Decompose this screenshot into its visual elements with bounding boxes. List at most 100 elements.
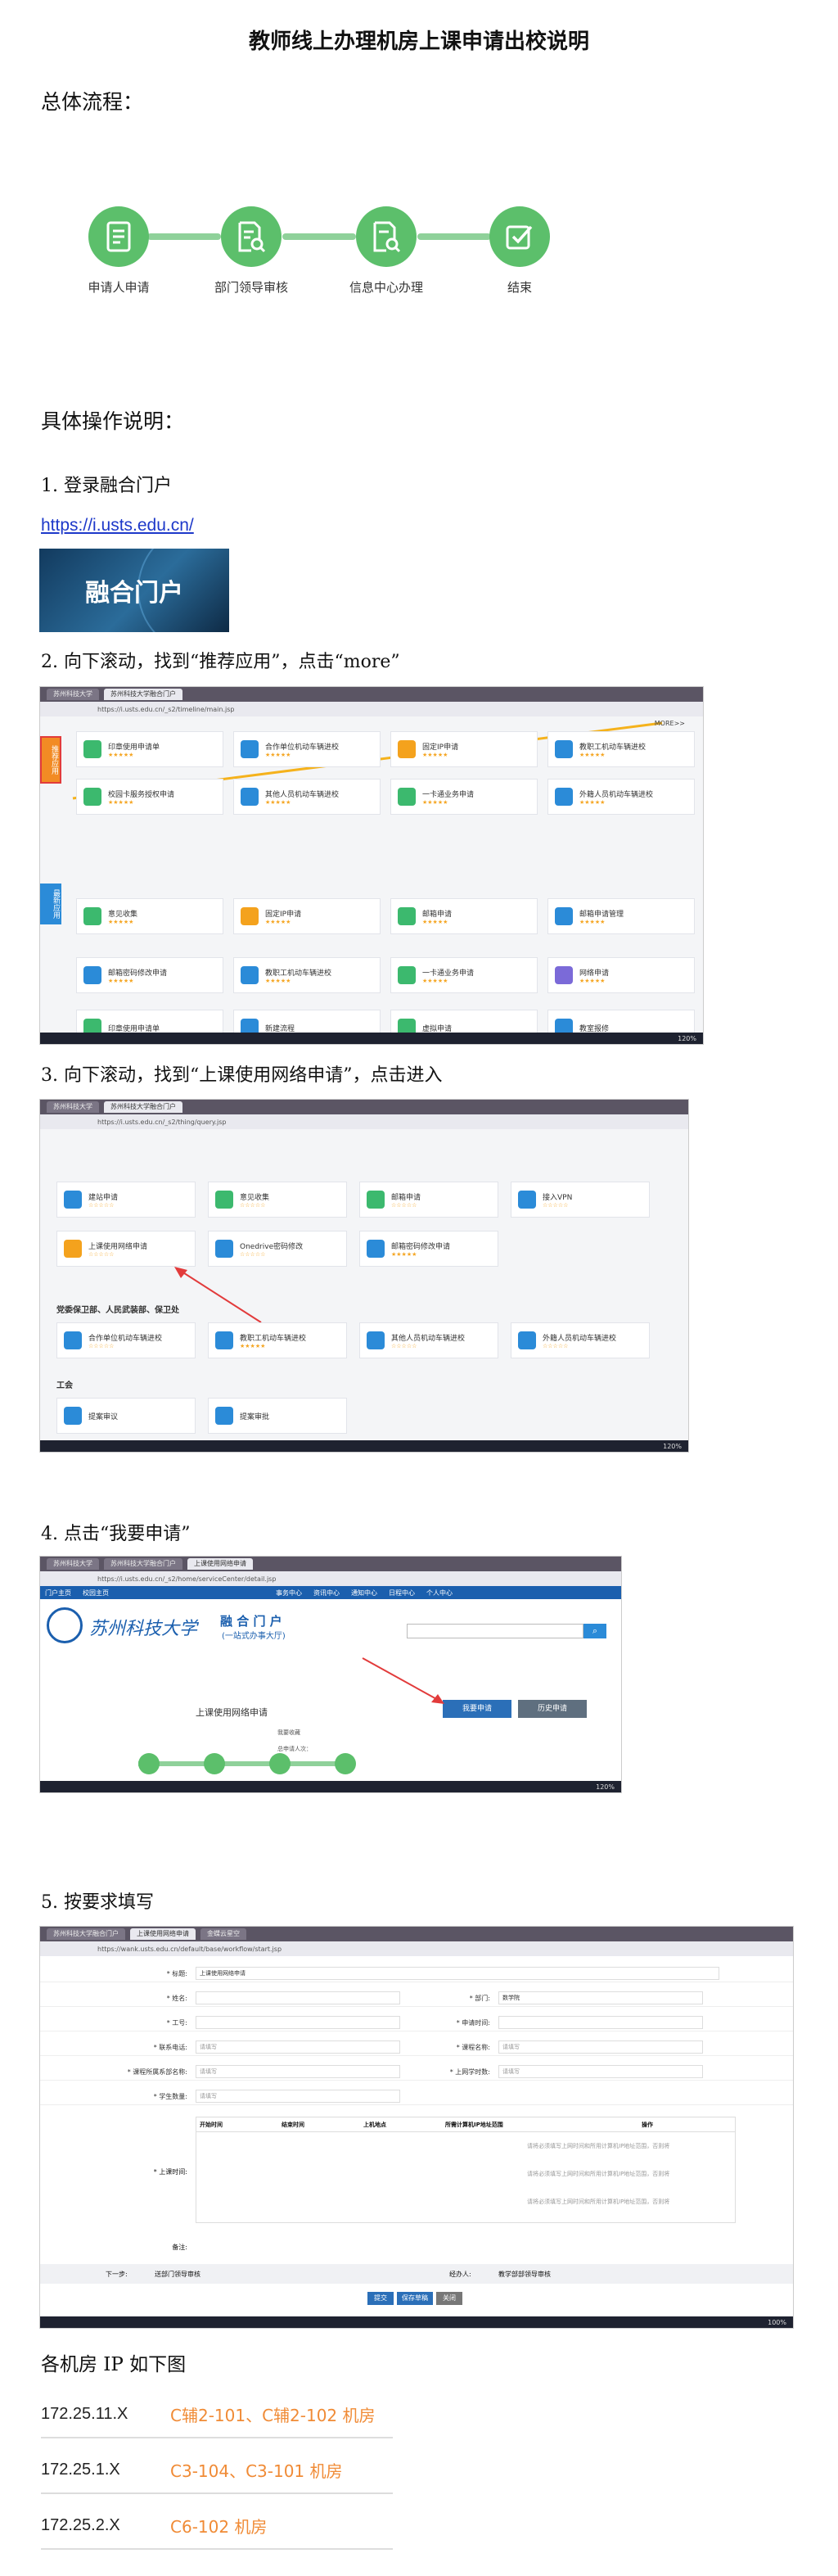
search-icon[interactable]: ⌕ [583,1624,606,1638]
app-card[interactable]: 意见收集 ★★★★★ [76,898,223,934]
history-button[interactable]: 历史申请 [518,1700,587,1718]
side-tag-latest[interactable]: 最新应用 [40,884,61,924]
app-card[interactable]: 教职工机动车辆进校 ★★★★★ [233,957,381,993]
nav-item[interactable]: 资讯中心 [313,1589,340,1598]
address-bar[interactable]: https://i.usts.edu.cn/_s2/thing/query.js… [40,1114,688,1129]
app-card[interactable]: 邮箱密码修改申请 ★★★★★ [76,957,223,993]
app-card[interactable]: 外籍人员机动车辆进校 ☆☆☆☆☆ [511,1322,650,1358]
form-row: * 姓名: * 部门: 数学院 [40,1989,793,2007]
phone-field[interactable]: 请填写 [196,2040,400,2054]
nav-item[interactable]: 日程中心 [389,1589,415,1598]
nav-item[interactable]: 通知中心 [351,1589,377,1598]
student-count-field[interactable]: 请填写 [196,2090,400,2103]
review-icon [238,221,266,253]
app-card[interactable]: 意见收集 ☆☆☆☆☆ [208,1182,347,1218]
university-seal-icon [47,1607,83,1643]
browser-tab[interactable]: 上课使用网络申请 [187,1558,253,1570]
university-logo-text: 苏州科技大学 [89,1619,198,1639]
handler-value[interactable]: 教学部部领导审核 [498,2270,551,2279]
address-bar[interactable]: https://i.usts.edu.cn/_s2/home/serviceCe… [40,1571,621,1586]
browser-tab[interactable]: 上课使用网络申请 [130,1928,196,1940]
course-dept-field[interactable]: 请填写 [196,2065,400,2078]
group-title: 工会 [56,1381,73,1390]
nav-item[interactable]: 个人中心 [426,1589,453,1598]
save-draft-button[interactable]: 保存草稿 [397,2292,433,2305]
next-step-value[interactable]: 送部门领导审核 [155,2270,200,2279]
staff-id-field[interactable] [196,2016,400,2029]
portal-subtitle: (一站式办事大厅) [222,1632,286,1641]
detail-heading: 具体操作说明： [41,409,185,433]
address-bar[interactable]: https://i.usts.edu.cn/_s2/timeline/main.… [40,702,703,716]
app-card[interactable]: 教职工机动车辆进校 ★★★★★ [547,731,695,767]
app-card[interactable]: 固定IP申请 ★★★★★ [233,898,381,934]
hours-field[interactable]: 请填写 [498,2065,703,2078]
browser-tab[interactable]: 苏州科技大学融合门户 [104,689,182,700]
course-name-field[interactable]: 请填写 [498,2040,703,2054]
nav-item[interactable]: 门户主页 [45,1589,71,1598]
browser-tab[interactable]: 苏州科技大学 [47,1558,99,1570]
app-card[interactable]: 建站申请 ☆☆☆☆☆ [56,1182,196,1218]
app-card[interactable]: 邮箱申请 ☆☆☆☆☆ [359,1182,498,1218]
app-card[interactable]: 固定IP申请 ★★★★★ [390,731,538,767]
ip-range: 172.25.2.X [41,2515,120,2534]
app-card[interactable]: 印章使用申请单 ★★★★★ [76,731,223,767]
browser-tab[interactable]: 苏州科技大学 [47,689,99,700]
favorite-link[interactable]: 我要收藏 [277,1729,300,1737]
submit-button[interactable]: 提交 [367,2292,394,2305]
flow-step-end [489,206,550,267]
search-input[interactable] [407,1624,583,1638]
app-card[interactable]: 其他人员机动车辆进校 ☆☆☆☆☆ [359,1322,498,1358]
name-field[interactable] [196,1991,400,2004]
step-5: 5. 按要求填写 [41,1892,154,1913]
portal-link[interactable]: https://i.usts.edu.cn/ [41,516,194,535]
browser-tab[interactable]: 苏州科技大学融合门户 [104,1101,182,1113]
form-row: * 联系电话: 请填写 * 课程名称: 请填写 [40,2038,793,2056]
class-time-table: 开始时间 结束时间 上机地点 所需计算机IP地址范围 操作 请将必须填写上网时间… [196,2117,736,2223]
nav-item[interactable]: 事务中心 [276,1589,302,1598]
app-card[interactable]: 邮箱申请 ★★★★★ [390,898,538,934]
app-card[interactable]: 其他人员机动车辆进校 ★★★★★ [233,779,381,815]
app-card[interactable]: Onedrive密码修改 ☆☆☆☆☆ [208,1231,347,1267]
app-card[interactable]: 合作单位机动车辆进校 ☆☆☆☆☆ [56,1322,196,1358]
app-card[interactable]: 校园卡服务授权申请 ★★★★★ [76,779,223,815]
app-card[interactable]: 邮箱申请管理 ★★★★★ [547,898,695,934]
apply-time-field[interactable] [498,2016,703,2029]
browser-tab[interactable]: 苏州科技大学融合门户 [104,1558,182,1570]
flow-label: 部门领导审核 [214,280,288,295]
app-card[interactable]: 提案审批 [208,1398,347,1434]
class-time-label: * 上课时间: [153,2168,187,2176]
app-card[interactable]: 一卡通业务申请 ★★★★★ [390,957,538,993]
portal-banner-text: 融合门户 [85,579,183,608]
app-card-network-apply[interactable]: 上课使用网络申请 ☆☆☆☆☆ [56,1231,196,1267]
ip-range: 172.25.1.X [41,2460,120,2479]
browser-tab[interactable]: 金蝶云星空 [200,1928,246,1940]
ip-heading: 各机房 IP 如下图 [41,2354,187,2375]
nav-item[interactable]: 校园主页 [83,1589,109,1598]
portal-nav: 门户主页 校园主页 事务中心 资讯中心 通知中心 日程中心 个人中心 [40,1586,621,1599]
ip-row: 172.25.1.X C3-104、C3-101 机房 [41,2447,393,2494]
more-link[interactable]: MORE>> [655,720,685,727]
screenshot-apply-page: 苏州科技大学 苏州科技大学融合门户 上课使用网络申请 https://i.usts.… [39,1556,622,1793]
browser-tab[interactable]: 苏州科技大学 [47,1101,99,1113]
address-bar[interactable]: https://wank.usts.edu.cn/default/base/wo… [40,1941,793,1956]
form-row: * 课程所属系部名称: 请填写 * 上网学时数: 请填写 [40,2063,793,2081]
app-card[interactable]: 接入VPN ☆☆☆☆☆ [511,1182,650,1218]
flow-step-review [221,206,282,267]
app-card[interactable]: 外籍人员机动车辆进校 ★★★★★ [547,779,695,815]
department-field[interactable]: 数学院 [498,1991,703,2004]
app-card[interactable]: 邮箱密码修改申请 ★★★★★ [359,1231,498,1267]
flow-step-apply [88,206,149,267]
form-row-title: * 标题: 上课使用网络申请 [40,1964,793,1982]
close-button[interactable]: 关闭 [436,2292,462,2305]
app-card[interactable]: 合作单位机动车辆进校 ★★★★★ [233,731,381,767]
apply-button[interactable]: 我要申请 [443,1700,511,1718]
app-card[interactable]: 教职工机动车辆进校 ★★★★★ [208,1322,347,1358]
flow-label: 申请人申请 [88,280,150,295]
step-4: 4. 点击“我要申请” [41,1524,191,1544]
title-field[interactable]: 上课使用网络申请 [196,1967,719,1980]
app-card[interactable]: 提案审议 [56,1398,196,1434]
app-card[interactable]: 网络申请 ★★★★★ [547,957,695,993]
flow-node-icon [138,1753,160,1774]
browser-tab[interactable]: 苏州科技大学融合门户 [47,1928,125,1940]
app-card[interactable]: 一卡通业务申请 ★★★★★ [390,779,538,815]
